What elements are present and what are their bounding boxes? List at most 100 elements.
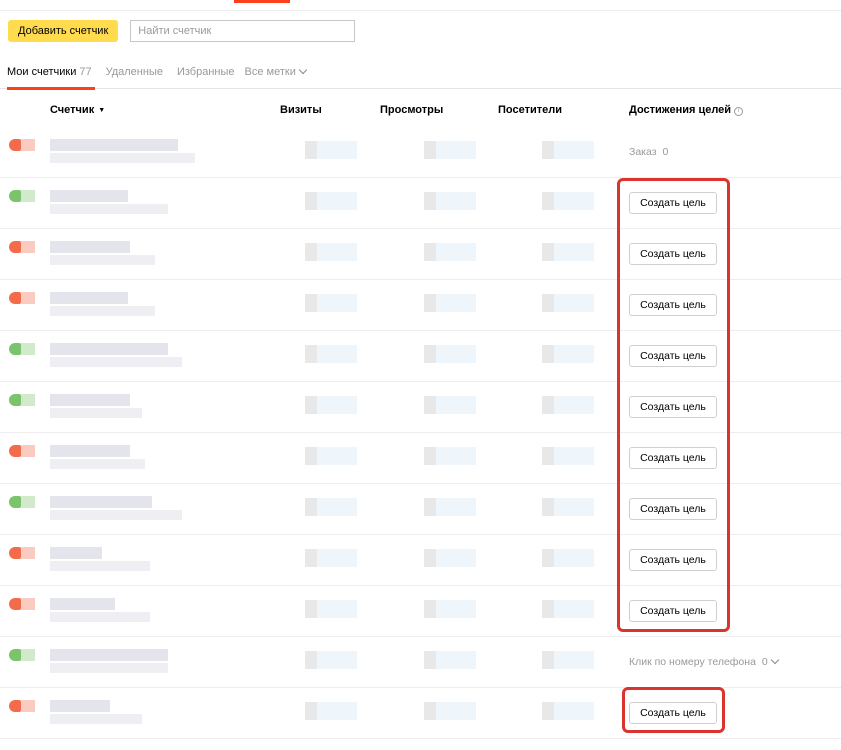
tabs-divider xyxy=(0,88,841,89)
visitors-sparkline xyxy=(542,294,594,312)
counter-name-link[interactable] xyxy=(50,496,182,520)
visitors-sparkline xyxy=(542,345,594,363)
tab-my-counters-label: Мои счетчики xyxy=(7,66,77,78)
table-row: Создать цель xyxy=(0,688,841,739)
goal-info[interactable]: Заказ 0 xyxy=(629,146,668,158)
views-sparkline xyxy=(424,600,476,618)
column-counter-header[interactable]: Счетчик ▼ xyxy=(50,104,105,116)
create-goal-button[interactable]: Создать цель xyxy=(629,600,717,622)
create-goal-button[interactable]: Создать цель xyxy=(629,396,717,418)
create-goal-button[interactable]: Создать цель xyxy=(629,447,717,469)
column-visitors-header[interactable]: Посетители xyxy=(498,104,562,116)
views-sparkline xyxy=(424,702,476,720)
counter-name-link[interactable] xyxy=(50,700,142,724)
visits-sparkline xyxy=(305,549,357,567)
counter-name-link[interactable] xyxy=(50,241,155,265)
views-sparkline xyxy=(424,192,476,210)
status-blur xyxy=(21,445,35,457)
counter-name-link[interactable] xyxy=(50,547,150,571)
all-tags-label: Все метки xyxy=(244,66,296,78)
top-divider xyxy=(0,10,841,11)
goal-count: 0 xyxy=(761,656,768,668)
create-goal-button[interactable]: Создать цель xyxy=(629,549,717,571)
column-visits-header[interactable]: Визиты xyxy=(280,104,322,116)
counter-name-link[interactable] xyxy=(50,649,168,673)
table-row: Создать цель xyxy=(0,229,841,280)
views-sparkline xyxy=(424,345,476,363)
counter-status-icon xyxy=(9,445,21,457)
table-row: Создать цель xyxy=(0,280,841,331)
views-sparkline xyxy=(424,294,476,312)
column-goals-label: Достижения целей xyxy=(629,104,732,116)
counter-name-link[interactable] xyxy=(50,139,195,163)
visitors-sparkline xyxy=(542,141,594,159)
visits-sparkline xyxy=(305,141,357,159)
counter-tabs: Мои счетчики 77 Удаленные Избранные Все м… xyxy=(7,65,308,78)
visits-sparkline xyxy=(305,294,357,312)
status-blur xyxy=(21,598,35,610)
visits-sparkline xyxy=(305,345,357,363)
tab-deleted[interactable]: Удаленные xyxy=(106,66,163,78)
table-row: Создать цель xyxy=(0,484,841,535)
create-goal-button[interactable]: Создать цель xyxy=(629,294,717,316)
table-row: Заказ 0 xyxy=(0,127,841,178)
visitors-sparkline xyxy=(542,600,594,618)
goal-name: Клик по номеру телефона xyxy=(629,656,756,668)
table-row: Создать цель xyxy=(0,382,841,433)
table-row: Создать цель xyxy=(0,586,841,637)
counter-name-link[interactable] xyxy=(50,445,145,469)
status-blur xyxy=(21,649,35,661)
tab-favorites[interactable]: Избранные xyxy=(177,66,235,78)
counter-name-link[interactable] xyxy=(50,598,150,622)
views-sparkline xyxy=(424,447,476,465)
goal-count: 0 xyxy=(662,146,669,158)
visitors-sparkline xyxy=(542,549,594,567)
visits-sparkline xyxy=(305,651,357,669)
visitors-sparkline xyxy=(542,447,594,465)
visitors-sparkline xyxy=(542,192,594,210)
counter-status-icon xyxy=(9,598,21,610)
create-goal-button[interactable]: Создать цель xyxy=(629,243,717,265)
column-counter-label: Счетчик xyxy=(50,104,95,116)
counter-status-icon xyxy=(9,700,21,712)
visitors-sparkline xyxy=(542,396,594,414)
status-blur xyxy=(21,139,35,151)
create-goal-button[interactable]: Создать цель xyxy=(629,498,717,520)
views-sparkline xyxy=(424,243,476,261)
create-goal-button[interactable]: Создать цель xyxy=(629,192,717,214)
counter-name-link[interactable] xyxy=(50,394,142,418)
counter-name-link[interactable] xyxy=(50,343,182,367)
visitors-sparkline xyxy=(542,651,594,669)
active-tab-underline xyxy=(7,87,95,90)
counter-status-icon xyxy=(9,190,21,202)
views-sparkline xyxy=(424,549,476,567)
counter-status-icon xyxy=(9,394,21,406)
goal-info[interactable]: Клик по номеру телефона 0 xyxy=(629,655,780,668)
table-row: Создать цель xyxy=(0,331,841,382)
counter-name-link[interactable] xyxy=(50,190,168,214)
search-counter-input[interactable] xyxy=(130,20,356,42)
all-tags-dropdown[interactable]: Все метки xyxy=(244,65,308,78)
chevron-down-icon[interactable] xyxy=(770,655,780,665)
counter-status-icon xyxy=(9,139,21,151)
table-row: Создать цель xyxy=(0,535,841,586)
table-row: Создать цель xyxy=(0,178,841,229)
counter-name-link[interactable] xyxy=(50,292,155,316)
visits-sparkline xyxy=(305,243,357,261)
create-goal-button[interactable]: Создать цель xyxy=(629,345,717,367)
counter-status-icon xyxy=(9,343,21,355)
status-blur xyxy=(21,241,35,253)
visits-sparkline xyxy=(305,447,357,465)
column-views-header[interactable]: Просмотры xyxy=(380,104,443,116)
create-goal-button[interactable]: Создать цель xyxy=(629,702,717,724)
counter-status-icon xyxy=(9,241,21,253)
info-icon[interactable]: i xyxy=(734,106,744,116)
visitors-sparkline xyxy=(542,702,594,720)
add-counter-button[interactable]: Добавить счетчик xyxy=(8,20,119,42)
sort-down-icon: ▼ xyxy=(98,107,106,114)
tab-my-counters[interactable]: Мои счетчики 77 xyxy=(7,66,92,78)
views-sparkline xyxy=(424,141,476,159)
status-blur xyxy=(21,292,35,304)
status-blur xyxy=(21,394,35,406)
visits-sparkline xyxy=(305,600,357,618)
